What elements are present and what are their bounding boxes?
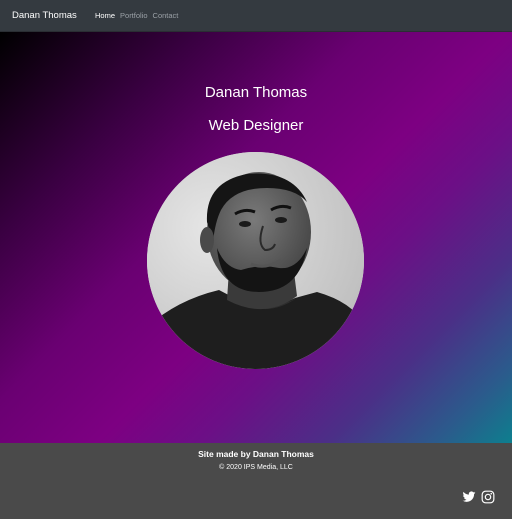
profile-photo [147, 152, 364, 369]
footer-copyright: © 2020 IPS Media, LLC [219, 464, 293, 471]
social-links [462, 490, 495, 504]
nav-link-portfolio[interactable]: Portfolio [120, 11, 148, 20]
nav-links: Home Portfolio Contact [95, 11, 178, 20]
nav-link-home[interactable]: Home [95, 11, 115, 20]
navbar-brand[interactable]: Danan Thomas [12, 10, 77, 21]
hero-role: Web Designer [208, 117, 304, 134]
twitter-icon[interactable] [462, 490, 476, 504]
nav-link-contact[interactable]: Contact [153, 11, 179, 20]
hero-name: Danan Thomas [204, 84, 308, 101]
footer: Site made by Danan Thomas © 2020 IPS Med… [0, 443, 512, 519]
footer-credit: Site made by Danan Thomas [198, 449, 314, 459]
navbar: Danan Thomas Home Portfolio Contact [0, 0, 512, 32]
hero-section: Danan Thomas Web Designer [0, 32, 512, 443]
profile-photo-illustration [147, 152, 364, 369]
instagram-icon[interactable] [481, 490, 495, 504]
